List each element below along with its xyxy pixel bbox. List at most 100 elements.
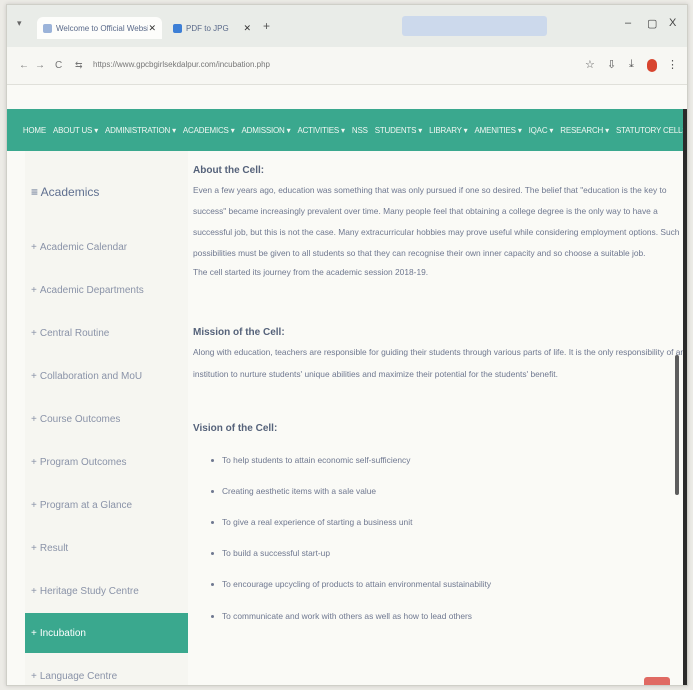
sidebar-item-collaboration[interactable]: + Collaboration and MoU xyxy=(25,356,188,396)
blurred-region xyxy=(402,16,547,36)
bullet-icon: + xyxy=(31,241,37,253)
nav-activities[interactable]: ACTIVITIES ▾ xyxy=(297,126,345,135)
nav-nss[interactable]: NSS xyxy=(352,126,368,135)
browser-tab-website[interactable]: Welcome to Official Website o ✕ xyxy=(37,17,162,39)
sidebar-item-label: Program Outcomes xyxy=(39,456,127,468)
reload-icon[interactable]: C xyxy=(55,60,62,71)
nav-amenities[interactable]: AMENITIES ▾ xyxy=(474,126,521,135)
vision-item-text: To encourage upcycling of products to at… xyxy=(222,579,492,589)
sidebar: ≡ Academics + Academic Calendar + Academic… xyxy=(25,151,188,685)
address-bar: ← → C ⇆ https://www.gpcbgirlsekdalpur.co… xyxy=(7,47,687,85)
bullet-icon: + xyxy=(31,284,37,296)
sidebar-item-program-at-a-glance[interactable]: + Program at a Glance xyxy=(25,485,188,525)
window-edge xyxy=(683,109,687,685)
about-line: successful job, but this is not the case… xyxy=(193,227,680,237)
sidebar-item-incubation[interactable]: + Incubation xyxy=(25,613,188,653)
vision-item-text: To build a successful start-up xyxy=(222,548,330,558)
nav-students[interactable]: STUDENTS ▾ xyxy=(375,126,423,135)
bullet-dot-icon xyxy=(211,521,214,525)
sidebar-item-heritage-study-centre[interactable]: + Heritage Study Centre xyxy=(25,571,188,611)
nav-academics[interactable]: ACADEMICS ▾ xyxy=(183,126,235,135)
bullet-dot-icon xyxy=(211,552,214,556)
vision-item-text: To give a real experience of starting a … xyxy=(222,517,413,527)
bullet-dot-icon xyxy=(211,490,214,494)
photo-frame: ▾ Welcome to Official Website o ✕ PDF to… xyxy=(6,4,688,686)
sidebar-item-course-outcomes[interactable]: + Course Outcomes xyxy=(25,399,188,439)
nav-research[interactable]: RESEARCH ▾ xyxy=(560,126,609,135)
profile-avatar[interactable] xyxy=(647,59,657,72)
bullet-icon: + xyxy=(31,499,37,511)
sidebar-item-result[interactable]: + Result xyxy=(25,528,188,568)
sidebar-item-academic-departments[interactable]: + Academic Departments xyxy=(25,270,188,310)
bullet-dot-icon xyxy=(211,615,214,619)
downloads-icon[interactable]: ⤓ xyxy=(629,58,634,71)
site-info-icon[interactable]: ⇆ xyxy=(75,60,83,71)
close-window-button[interactable]: X xyxy=(669,17,676,29)
bookmark-star-icon[interactable]: ☆ xyxy=(585,58,595,71)
nav-admission[interactable]: ADMISSION ▾ xyxy=(242,126,291,135)
mission-line: Along with education, teachers are respo… xyxy=(193,347,686,357)
menu-icon[interactable]: ⋮ xyxy=(667,58,678,71)
vision-list-item: To communicate and work with others as w… xyxy=(211,611,472,621)
vision-list-item: To encourage upcycling of products to at… xyxy=(211,579,491,589)
tab-search-icon[interactable]: ▾ xyxy=(17,18,22,29)
nav-library[interactable]: LIBRARY ▾ xyxy=(429,126,468,135)
sidebar-item-label: Program at a Glance xyxy=(39,499,133,511)
about-line: Even a few years ago, education was some… xyxy=(193,185,667,195)
bullet-icon: + xyxy=(31,327,37,339)
vision-item-text: To help students to attain economic self… xyxy=(222,455,411,465)
scrollbar-thumb[interactable] xyxy=(675,355,679,495)
vision-list-item: To give a real experience of starting a … xyxy=(211,517,412,527)
bullet-icon: + xyxy=(31,370,37,382)
vision-list-item: To help students to attain economic self… xyxy=(211,455,410,465)
tab-close-icon[interactable]: ✕ xyxy=(148,23,156,34)
tab-label: Welcome to Official Website o xyxy=(56,23,149,33)
sidebar-item-central-routine[interactable]: + Central Routine xyxy=(25,313,188,353)
bullet-dot-icon xyxy=(211,583,214,587)
browser-tab-pdf[interactable]: PDF to JPG ✕ xyxy=(167,17,257,39)
back-to-top-button[interactable] xyxy=(644,677,670,685)
nav-about-us[interactable]: ABOUT US ▾ xyxy=(53,126,98,135)
sidebar-item-language-centre[interactable]: + Language Centre xyxy=(25,656,188,685)
website-favicon-icon xyxy=(43,23,52,33)
tab-close-icon[interactable]: ✕ xyxy=(243,23,251,34)
new-tab-button[interactable]: + xyxy=(263,19,270,33)
mission-heading: Mission of the Cell: xyxy=(193,327,285,338)
bullet-icon: + xyxy=(31,670,37,682)
sidebar-item-label: Collaboration and MoU xyxy=(39,370,143,382)
nav-administration[interactable]: ADMINISTRATION ▾ xyxy=(105,126,176,135)
mission-line: institution to nurture students' unique … xyxy=(193,369,558,379)
forward-icon[interactable]: → xyxy=(35,60,45,71)
pdf-favicon-icon xyxy=(173,23,182,33)
tab-label: PDF to JPG xyxy=(186,23,229,33)
nav-iqac[interactable]: IQAC ▾ xyxy=(529,126,554,135)
sidebar-item-academic-calendar[interactable]: + Academic Calendar xyxy=(25,227,188,267)
nav-home[interactable]: HOME xyxy=(23,126,46,135)
bullet-icon: + xyxy=(31,627,37,639)
nav-statutory-cells[interactable]: STATUTORY CELLS ▾ xyxy=(616,126,687,135)
bullet-icon: + xyxy=(31,413,37,425)
bullet-icon: + xyxy=(31,542,37,554)
sidebar-item-label: Language Centre xyxy=(39,670,118,682)
bullet-icon: + xyxy=(31,456,37,468)
maximize-button[interactable]: ▢ xyxy=(647,17,657,30)
minimize-button[interactable]: – xyxy=(625,17,631,29)
sidebar-item-label: Result xyxy=(39,542,69,554)
browser-tab-bar: ▾ Welcome to Official Website o ✕ PDF to… xyxy=(7,5,687,47)
vision-list-item: Creating aesthetic items with a sale val… xyxy=(211,486,376,496)
url-field[interactable]: https://www.gpcbgirlsekdalpur.com/incuba… xyxy=(93,60,270,69)
sidebar-item-program-outcomes[interactable]: + Program Outcomes xyxy=(25,442,188,482)
sidebar-item-label: Central Routine xyxy=(39,327,110,339)
sidebar-item-label: Academic Departments xyxy=(39,284,144,296)
sidebar-item-label: Heritage Study Centre xyxy=(39,585,139,597)
bullet-dot-icon xyxy=(211,459,214,463)
extensions-icon[interactable]: ⇩ xyxy=(607,58,616,71)
back-icon[interactable]: ← xyxy=(19,60,29,71)
sidebar-item-label: Academic Calendar xyxy=(39,241,128,253)
sidebar-item-label: Incubation xyxy=(39,627,86,639)
site-navigation: HOME ABOUT US ▾ ADMINISTRATION ▾ ACADEMI… xyxy=(7,109,687,151)
vision-item-text: To communicate and work with others as w… xyxy=(222,611,472,621)
vision-item-text: Creating aesthetic items with a sale val… xyxy=(222,486,377,496)
bullet-icon: + xyxy=(31,585,37,597)
main-content: About the Cell: Even a few years ago, ed… xyxy=(193,151,685,685)
